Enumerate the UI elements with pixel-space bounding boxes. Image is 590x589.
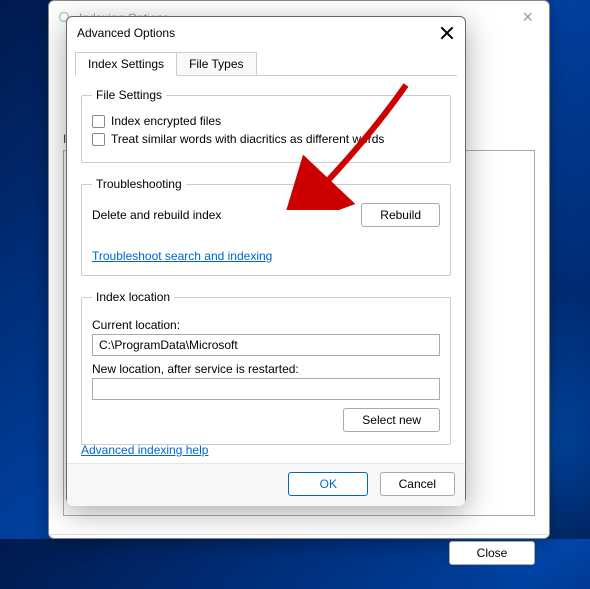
encrypt-label: Index encrypted files xyxy=(111,114,221,128)
rebuild-row: Delete and rebuild index Rebuild xyxy=(92,203,440,227)
file-settings-legend: File Settings xyxy=(92,88,166,102)
select-new-button[interactable]: Select new xyxy=(343,408,440,432)
cancel-button[interactable]: Cancel xyxy=(380,472,455,496)
tab-file-types[interactable]: File Types xyxy=(176,52,256,76)
encrypt-row[interactable]: Index encrypted files xyxy=(92,114,440,128)
parent-footer: Close xyxy=(49,534,549,575)
diacritics-row[interactable]: Treat similar words with diacritics as d… xyxy=(92,132,440,146)
tab-panel-settings: File Settings Index encrypted files Trea… xyxy=(75,75,457,463)
new-location-label: New location, after service is restarted… xyxy=(92,362,440,376)
child-titlebar: Advanced Options xyxy=(67,17,465,45)
current-location-label: Current location: xyxy=(92,318,440,332)
index-location-group: Index location Current location: C:\Prog… xyxy=(81,290,451,445)
troubleshooting-legend: Troubleshooting xyxy=(92,177,186,191)
parent-close-button[interactable]: × xyxy=(514,7,541,28)
troubleshoot-link[interactable]: Troubleshoot search and indexing xyxy=(92,249,272,263)
tab-strip: Index Settings File Types xyxy=(67,45,465,75)
file-settings-group: File Settings Index encrypted files Trea… xyxy=(81,88,451,163)
child-dialog-title: Advanced Options xyxy=(77,26,439,40)
advanced-help-link[interactable]: Advanced indexing help xyxy=(81,443,208,457)
encrypt-checkbox[interactable] xyxy=(92,115,105,128)
diacritics-label: Treat similar words with diacritics as d… xyxy=(111,132,384,146)
rebuild-button[interactable]: Rebuild xyxy=(361,203,440,227)
index-location-legend: Index location xyxy=(92,290,174,304)
current-location-value: C:\ProgramData\Microsoft xyxy=(92,334,440,356)
advanced-options-dialog: Advanced Options Index Settings File Typ… xyxy=(66,16,466,504)
close-icon[interactable] xyxy=(439,25,455,41)
child-footer: OK Cancel xyxy=(67,463,465,506)
new-location-input[interactable] xyxy=(92,378,440,400)
tab-index-settings[interactable]: Index Settings xyxy=(75,52,177,76)
ok-button[interactable]: OK xyxy=(288,472,368,496)
diacritics-checkbox[interactable] xyxy=(92,133,105,146)
rebuild-label: Delete and rebuild index xyxy=(92,208,221,222)
parent-close-button-footer[interactable]: Close xyxy=(449,541,535,565)
troubleshooting-group: Troubleshooting Delete and rebuild index… xyxy=(81,177,451,276)
